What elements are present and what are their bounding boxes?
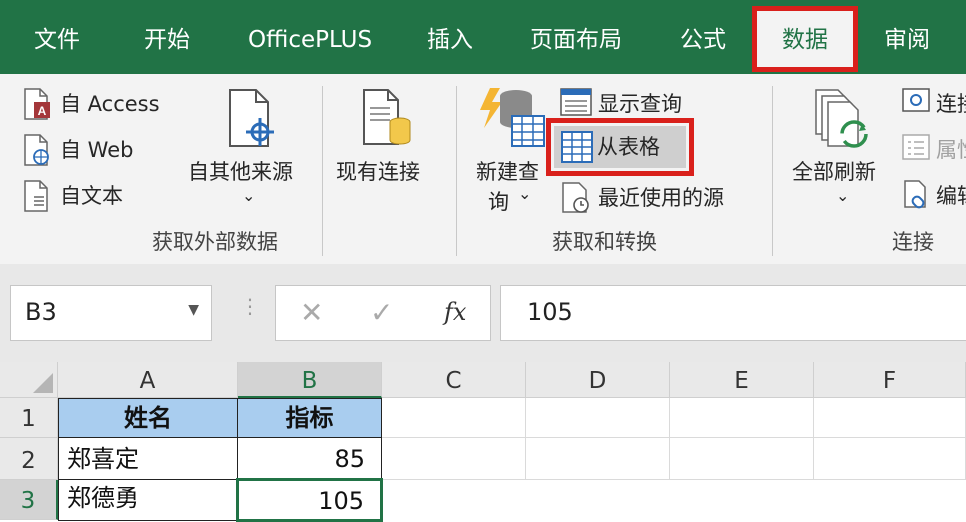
show-queries-label: 显示查询 xyxy=(598,92,682,116)
ribbon-separator xyxy=(772,86,773,256)
formula-buttons: ✕ ✓ fx xyxy=(275,285,491,341)
tab-file[interactable]: 文件 xyxy=(34,0,80,74)
cell-a1[interactable]: 姓名 xyxy=(58,398,238,438)
table-grid-icon xyxy=(561,131,593,163)
cell-c1[interactable] xyxy=(382,398,526,438)
tab-data-highlight: 数据 xyxy=(752,6,858,72)
select-all-corner[interactable] xyxy=(0,362,58,398)
insert-function-icon[interactable]: fx xyxy=(444,298,466,326)
existing-connections-label: 现有连接 xyxy=(336,160,420,184)
other-sources-chevron-down-icon: ⌄ xyxy=(242,186,256,205)
edit-links-icon xyxy=(904,180,926,209)
existing-connections-button[interactable]: 现有连接 xyxy=(334,88,438,208)
formula-input[interactable]: 105 xyxy=(500,285,966,341)
other-sources-button[interactable]: 自其他来源 ⌄ xyxy=(186,88,312,208)
access-button[interactable]: A 自 Access xyxy=(22,86,192,120)
ribbon-panel: A 自 Access 自 Web 自文本 自其他来源 ⌄ 现有连接 获取外部数据… xyxy=(0,74,966,265)
properties-button: 属性 xyxy=(900,132,966,166)
refresh-all-chevron-down-icon: ⌄ xyxy=(836,186,850,205)
cell-a3[interactable]: 郑德勇 xyxy=(58,479,238,521)
row-header-3[interactable]: 3 xyxy=(0,480,58,520)
new-query-label-line1: 新建查 xyxy=(476,160,539,184)
connections-icon xyxy=(902,88,930,112)
new-query-label-line2: 询 xyxy=(488,190,509,214)
web-label: 自 Web xyxy=(60,138,134,162)
cell-f2[interactable] xyxy=(814,438,966,480)
column-header-c[interactable]: C xyxy=(382,362,526,398)
cell-e2[interactable] xyxy=(670,438,814,480)
text-file-icon xyxy=(24,180,48,212)
properties-icon xyxy=(902,134,930,160)
formula-bar-area: B3 ▼ ⋮ ✕ ✓ fx 105 xyxy=(0,264,966,362)
row-header-2[interactable]: 2 xyxy=(0,438,58,480)
text-label: 自文本 xyxy=(60,184,123,208)
cell-f1[interactable] xyxy=(814,398,966,438)
ribbon-separator xyxy=(456,86,457,256)
tab-insert[interactable]: 插入 xyxy=(427,0,473,74)
access-label: 自 Access xyxy=(60,92,160,116)
web-button[interactable]: 自 Web xyxy=(22,132,172,166)
tab-formulas[interactable]: 公式 xyxy=(680,0,726,74)
cell-a2[interactable]: 郑喜定 xyxy=(58,437,238,480)
other-sources-label: 自其他来源 xyxy=(188,160,293,184)
cell-d1[interactable] xyxy=(526,398,670,438)
name-box-dropdown-icon[interactable]: ▼ xyxy=(188,302,199,318)
other-sources-icon xyxy=(229,89,274,147)
refresh-all-icon xyxy=(815,89,868,148)
cell-b1[interactable]: 指标 xyxy=(237,398,382,438)
show-queries-icon xyxy=(560,88,592,116)
svg-text:A: A xyxy=(38,104,47,118)
tab-review[interactable]: 审阅 xyxy=(884,0,930,74)
formula-bar-grip-icon[interactable]: ⋮ xyxy=(240,294,260,318)
refresh-all-label: 全部刷新 xyxy=(792,160,876,184)
column-header-f[interactable]: F xyxy=(814,362,966,398)
new-query-button[interactable]: 新建查 询 ⌄ xyxy=(470,86,550,214)
connections-button[interactable]: 连接 xyxy=(900,86,966,120)
column-header-e[interactable]: E xyxy=(670,362,814,398)
formula-value: 105 xyxy=(527,298,573,326)
properties-label: 属性 xyxy=(936,138,966,162)
recent-sources-icon xyxy=(562,182,589,213)
name-box[interactable]: B3 ▼ xyxy=(10,285,212,341)
ribbon-tab-bar: 文件 开始 OfficePLUS 插入 页面布局 公式 数据 审阅 xyxy=(0,0,966,74)
cell-d2[interactable] xyxy=(526,438,670,480)
name-box-value: B3 xyxy=(25,298,57,326)
tab-officeplus[interactable]: OfficePLUS xyxy=(248,0,372,74)
enter-check-icon[interactable]: ✓ xyxy=(370,296,393,329)
tab-data[interactable]: 数据 xyxy=(757,11,853,67)
worksheet-grid: A B C D E F 1 2 3 姓名 指标 郑喜定 85 郑德勇 105 xyxy=(0,362,966,522)
refresh-all-button[interactable]: 全部刷新 ⌄ xyxy=(790,88,890,208)
edit-links-label: 编辑 xyxy=(936,184,966,208)
cell-e1[interactable] xyxy=(670,398,814,438)
text-button[interactable]: 自文本 xyxy=(22,178,172,212)
existing-connections-icon xyxy=(363,89,411,145)
from-table-button[interactable]: 从表格 xyxy=(546,118,694,176)
edit-links-button[interactable]: 编辑 xyxy=(900,178,966,212)
group-label-get-transform: 获取和转换 xyxy=(552,230,657,254)
web-file-icon xyxy=(24,134,49,166)
show-queries-button[interactable]: 显示查询 xyxy=(558,86,718,118)
tab-page-layout[interactable]: 页面布局 xyxy=(530,0,622,74)
new-query-chevron-down-icon: ⌄ xyxy=(518,184,532,203)
column-header-a[interactable]: A xyxy=(58,362,238,398)
connections-label: 连接 xyxy=(936,92,966,116)
cancel-icon[interactable]: ✕ xyxy=(300,296,323,329)
cell-b3-selected[interactable]: 105 xyxy=(236,478,383,522)
new-query-icon xyxy=(480,88,545,147)
row-header-1[interactable]: 1 xyxy=(0,398,58,438)
cell-b2[interactable]: 85 xyxy=(237,437,382,480)
ribbon-separator xyxy=(322,86,323,256)
tab-home[interactable]: 开始 xyxy=(144,0,190,74)
column-header-b[interactable]: B xyxy=(238,362,382,398)
group-label-connections: 连接 xyxy=(892,230,934,254)
access-file-icon: A xyxy=(24,88,50,120)
cell-c2[interactable] xyxy=(382,438,526,480)
group-label-get-external-data: 获取外部数据 xyxy=(152,230,278,254)
select-all-triangle-icon xyxy=(33,373,53,393)
column-header-d[interactable]: D xyxy=(526,362,670,398)
recent-sources-button[interactable]: 最近使用的源 xyxy=(558,180,758,214)
from-table-label: 从表格 xyxy=(597,135,660,159)
recent-sources-label: 最近使用的源 xyxy=(598,186,724,210)
